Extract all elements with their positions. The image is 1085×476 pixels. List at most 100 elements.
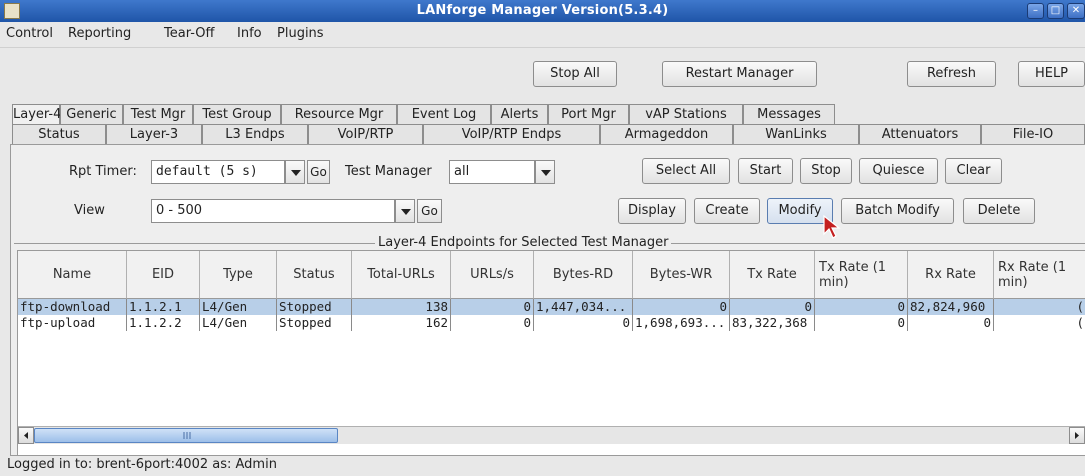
menu-info[interactable]: Info xyxy=(237,26,262,41)
help-button[interactable]: HELP xyxy=(1018,61,1085,87)
column-header-urls-per-sec[interactable]: URLs/s xyxy=(451,251,534,299)
cell-type: L4/Gen xyxy=(200,299,277,315)
tab-voip-rtp-endps[interactable]: VoIP/RTP Endps xyxy=(423,124,600,144)
cell-total-urls: 138 xyxy=(352,299,451,315)
rpt-timer-select[interactable]: default (5 s) xyxy=(151,160,285,184)
mouse-cursor-icon xyxy=(823,214,841,239)
view-dropdown-icon[interactable] xyxy=(395,199,415,223)
tab-layer-3[interactable]: Layer-3 xyxy=(106,124,202,144)
stop-all-button[interactable]: Stop All xyxy=(533,61,617,87)
scrollbar-thumb[interactable] xyxy=(34,428,338,443)
login-status: Logged in to: brent-6port:4002 as: Admin xyxy=(7,457,277,472)
tab-messages[interactable]: Messages xyxy=(743,104,835,124)
menu-plugins[interactable]: Plugins xyxy=(277,26,324,41)
tab-event-log[interactable]: Event Log xyxy=(397,104,491,124)
tab-resource-mgr[interactable]: Resource Mgr xyxy=(281,104,397,124)
table-row[interactable]: ftp-upload 1.1.2.2 L4/Gen Stopped 162 0 … xyxy=(18,315,1085,331)
maximize-icon[interactable]: □ xyxy=(1047,3,1064,19)
tab-armageddon[interactable]: Armageddon xyxy=(600,124,733,144)
cell-tx-rate-1min: 0 xyxy=(815,299,908,315)
menu-reporting[interactable]: Reporting xyxy=(68,26,131,41)
column-header-tx-rate[interactable]: Tx Rate xyxy=(730,251,815,299)
test-manager-dropdown-icon[interactable] xyxy=(535,160,555,184)
column-header-type[interactable]: Type xyxy=(200,251,277,299)
cell-tx-rate: 0 xyxy=(730,299,815,315)
refresh-button[interactable]: Refresh xyxy=(907,61,996,87)
cell-rx-rate-1min: ( xyxy=(1076,299,1084,314)
cell-status: Stopped xyxy=(277,315,352,331)
tab-test-mgr[interactable]: Test Mgr xyxy=(123,104,193,124)
column-header-rx-rate-1min[interactable]: Rx Rate (1 min) xyxy=(994,251,1085,299)
display-button[interactable]: Display xyxy=(618,198,686,224)
stop-button[interactable]: Stop xyxy=(800,158,852,184)
clear-button[interactable]: Clear xyxy=(945,158,1002,184)
cell-bytes-wr: 1,698,693... xyxy=(633,315,730,331)
tab-layer-4[interactable]: Layer-4 xyxy=(12,104,61,124)
column-header-eid[interactable]: EID xyxy=(127,251,200,299)
rpt-timer-label: Rpt Timer: xyxy=(69,164,137,179)
cell-eid: 1.1.2.1 xyxy=(127,299,200,315)
menu-control[interactable]: Control xyxy=(6,26,53,41)
select-all-button[interactable]: Select All xyxy=(642,158,730,184)
tab-test-group[interactable]: Test Group xyxy=(193,104,281,124)
column-header-total-urls[interactable]: Total-URLs xyxy=(352,251,451,299)
tab-wanlinks[interactable]: WanLinks xyxy=(733,124,859,144)
scroll-left-icon[interactable] xyxy=(18,427,34,444)
rpt-timer-go-button[interactable]: Go xyxy=(307,160,330,184)
status-bar: Logged in to: brent-6port:4002 as: Admin xyxy=(0,456,1085,476)
cell-eid: 1.1.2.2 xyxy=(127,315,200,331)
cell-type: L4/Gen xyxy=(200,315,277,331)
title-bar: LANforge Manager Version(5.3.4) – □ ✕ xyxy=(0,0,1085,22)
cell-tx-rate-1min: 0 xyxy=(815,315,908,331)
column-header-tx-rate-1min[interactable]: Tx Rate (1 min) xyxy=(815,251,908,299)
restart-manager-button[interactable]: Restart Manager xyxy=(662,61,817,87)
tab-alerts[interactable]: Alerts xyxy=(491,104,548,124)
test-manager-label: Test Manager xyxy=(345,164,432,179)
cell-total-urls: 162 xyxy=(352,315,451,331)
view-label: View xyxy=(74,203,105,218)
view-go-button[interactable]: Go xyxy=(417,199,442,223)
cell-urls-per-sec: 0 xyxy=(451,315,534,331)
tab-voip-rtp[interactable]: VoIP/RTP xyxy=(308,124,423,144)
tab-file-io[interactable]: File-IO xyxy=(981,124,1085,144)
cell-bytes-wr: 0 xyxy=(633,299,730,315)
cell-name: ftp-download xyxy=(18,299,127,315)
column-header-status[interactable]: Status xyxy=(277,251,352,299)
table-title: Layer-4 Endpoints for Selected Test Mana… xyxy=(375,235,672,250)
tab-l3-endps[interactable]: L3 Endps xyxy=(202,124,308,144)
view-select[interactable]: 0 - 500 xyxy=(151,199,395,223)
menu-tear-off[interactable]: Tear-Off xyxy=(164,26,214,41)
delete-button[interactable]: Delete xyxy=(963,198,1035,224)
test-manager-select[interactable]: all xyxy=(449,160,535,184)
tab-status[interactable]: Status xyxy=(12,124,106,144)
cell-status: Stopped xyxy=(277,299,352,315)
column-header-rx-rate[interactable]: Rx Rate xyxy=(908,251,994,299)
scroll-right-icon[interactable] xyxy=(1069,427,1085,444)
tab-vap-stations[interactable]: vAP Stations xyxy=(629,104,743,124)
cell-rx-rate-1min: ( xyxy=(1076,315,1084,330)
menu-bar: Control Reporting Tear-Off Info Plugins xyxy=(0,22,1085,48)
batch-modify-button[interactable]: Batch Modify xyxy=(841,198,954,224)
column-header-bytes-wr[interactable]: Bytes-WR xyxy=(633,251,730,299)
cell-rx-rate: 82,824,960 xyxy=(908,299,994,315)
cell-bytes-rd: 1,447,034... xyxy=(534,299,633,315)
quiesce-button[interactable]: Quiesce xyxy=(859,158,938,184)
close-icon[interactable]: ✕ xyxy=(1067,3,1085,19)
cell-rx-rate: 0 xyxy=(908,315,994,331)
window-title: LANforge Manager Version(5.3.4) xyxy=(416,3,669,18)
cell-name: ftp-upload xyxy=(18,315,127,331)
cell-tx-rate: 83,322,368 xyxy=(730,315,815,331)
cell-bytes-rd: 0 xyxy=(534,315,633,331)
start-button[interactable]: Start xyxy=(738,158,793,184)
column-header-name[interactable]: Name xyxy=(18,251,127,299)
create-button[interactable]: Create xyxy=(694,198,760,224)
horizontal-scrollbar[interactable] xyxy=(18,426,1085,444)
tab-attenuators[interactable]: Attenuators xyxy=(859,124,981,144)
minimize-icon[interactable]: – xyxy=(1027,3,1044,19)
rpt-timer-dropdown-icon[interactable] xyxy=(285,160,305,184)
table-row[interactable]: ftp-download 1.1.2.1 L4/Gen Stopped 138 … xyxy=(18,299,1085,315)
column-header-bytes-rd[interactable]: Bytes-RD xyxy=(534,251,633,299)
cell-urls-per-sec: 0 xyxy=(451,299,534,315)
tab-generic[interactable]: Generic xyxy=(60,104,123,124)
tab-port-mgr[interactable]: Port Mgr xyxy=(548,104,629,124)
